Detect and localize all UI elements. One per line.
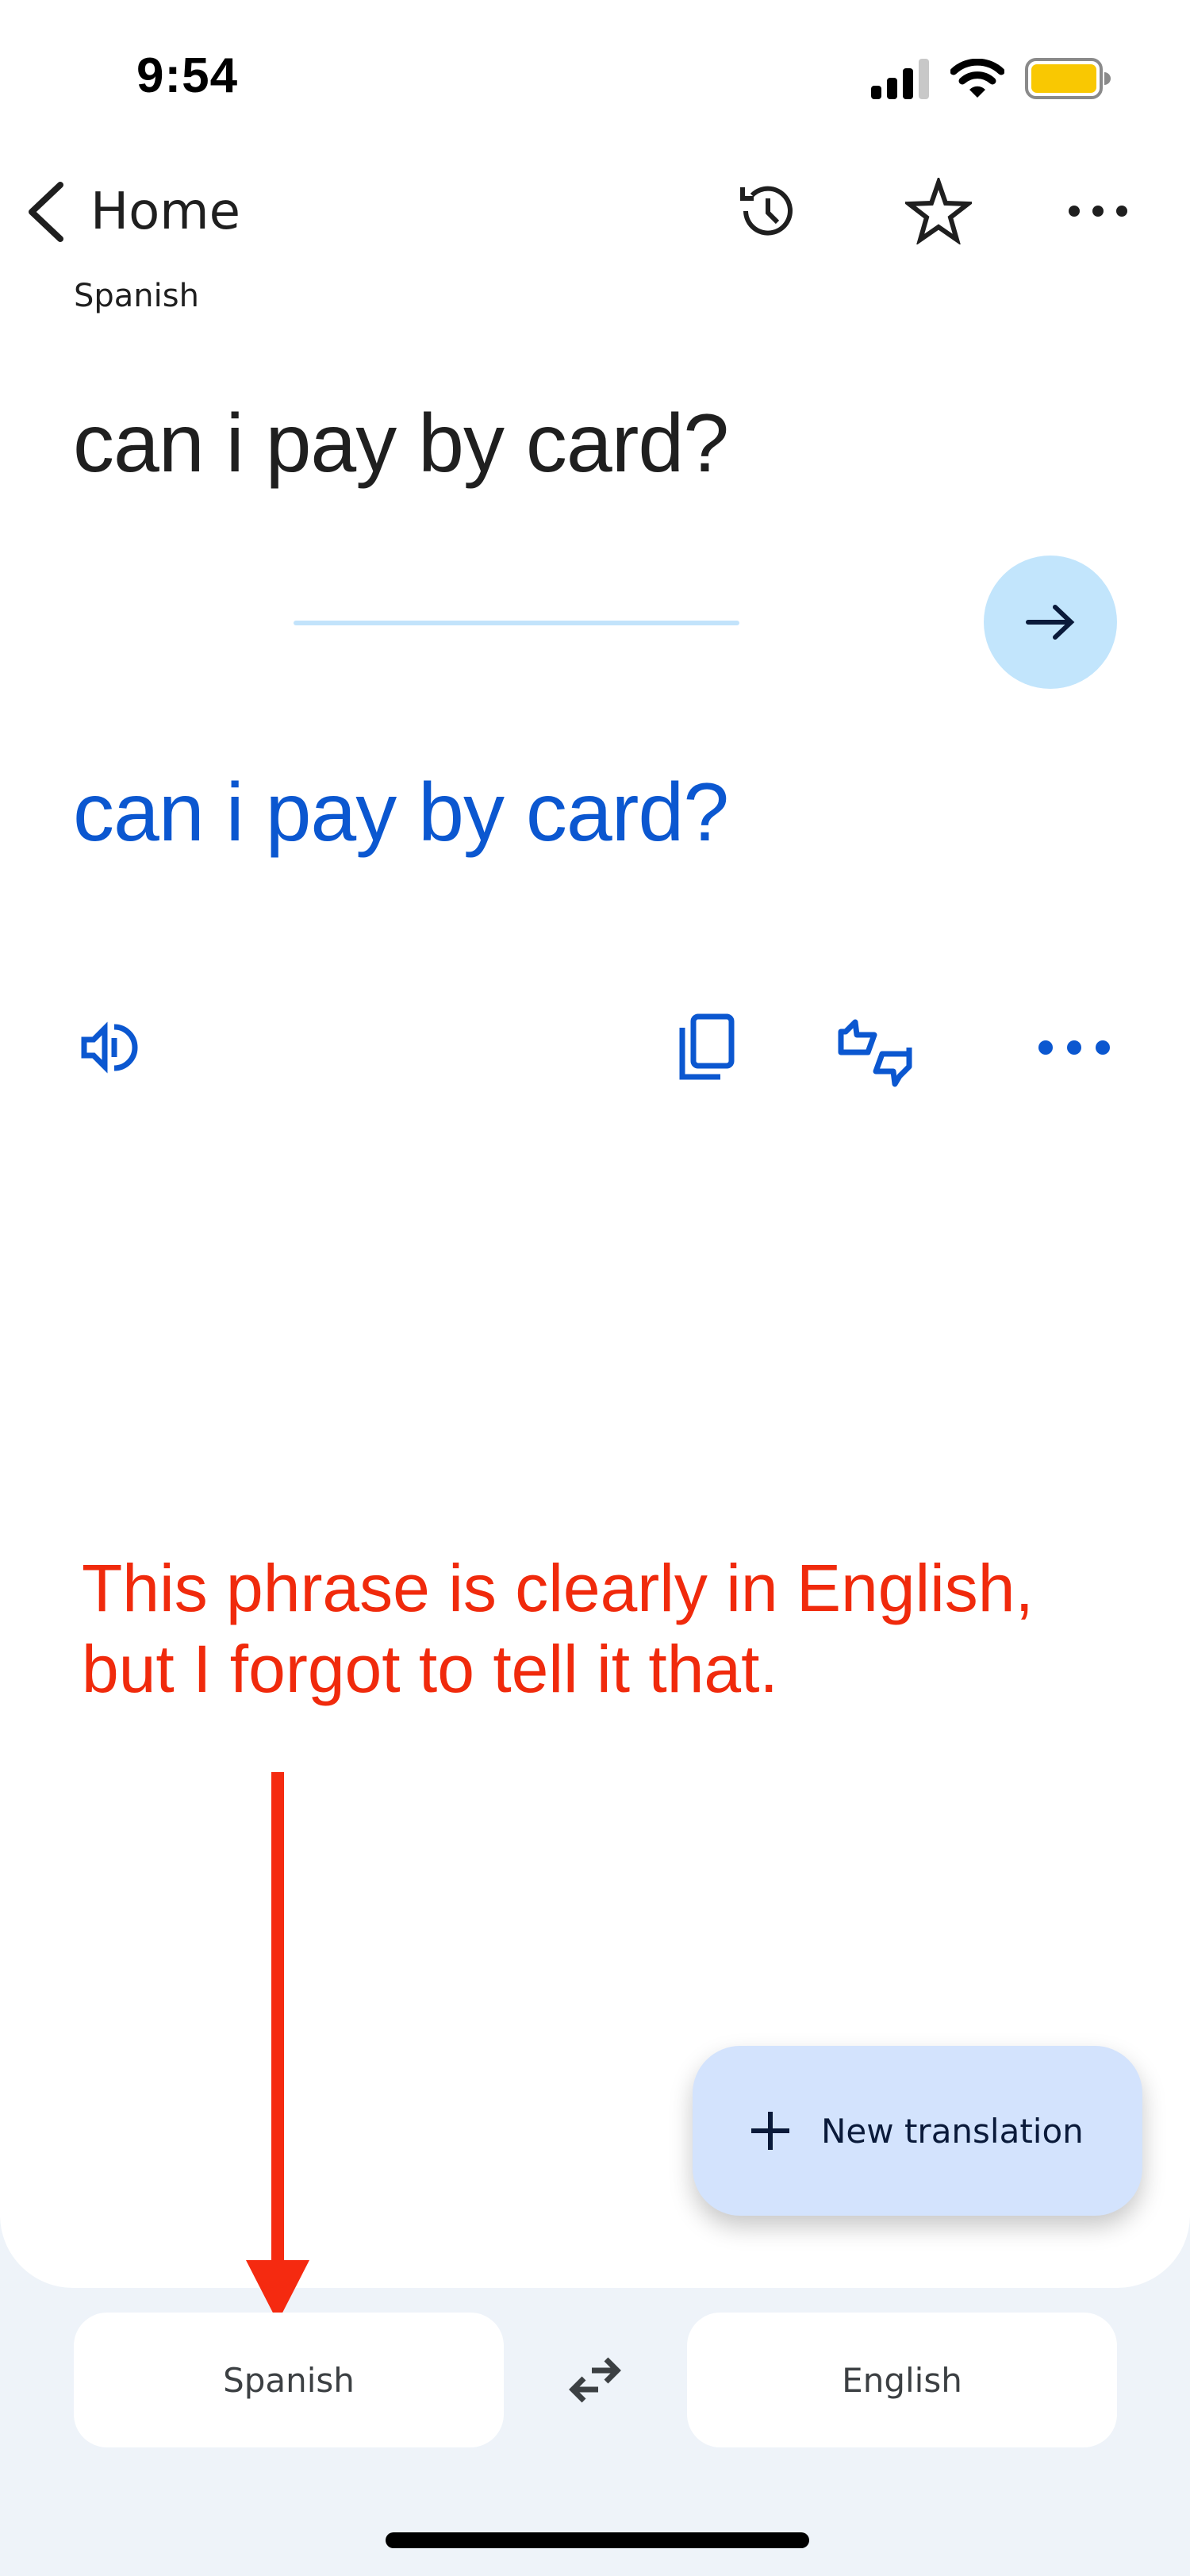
- plus-icon: [751, 2112, 789, 2150]
- annotation-arrow-icon: [246, 1772, 309, 2322]
- history-button[interactable]: [733, 176, 803, 246]
- source-language-label: Spanish: [74, 278, 199, 314]
- source-text-input[interactable]: can i pay by card?: [73, 397, 729, 491]
- signal-icon: [871, 59, 929, 99]
- history-icon: [740, 186, 793, 236]
- status-time: 9:54: [136, 48, 239, 103]
- copy-button[interactable]: [666, 1008, 746, 1087]
- arrow-right-icon: [1026, 605, 1075, 640]
- main-card: [0, 0, 1190, 2288]
- wifi-icon: [950, 59, 1004, 98]
- back-label: Home: [90, 183, 240, 241]
- translation-more-button[interactable]: [1035, 1008, 1114, 1087]
- back-button[interactable]: Home: [22, 176, 240, 248]
- annotation-line-1: This phrase is clearly in English,: [82, 1551, 1034, 1625]
- source-language-button[interactable]: Spanish: [74, 2313, 504, 2447]
- more-icon: [1038, 1040, 1110, 1055]
- swap-icon: [569, 2357, 621, 2403]
- speaker-icon: [81, 1021, 138, 1074]
- translate-button[interactable]: [984, 556, 1117, 689]
- target-language-button[interactable]: English: [687, 2313, 1117, 2447]
- favorite-button[interactable]: [904, 176, 973, 246]
- chevron-left-icon: [29, 182, 63, 242]
- more-icon: [1069, 206, 1127, 217]
- copy-icon: [679, 1013, 735, 1080]
- star-icon: [905, 178, 972, 244]
- translated-text: can i pay by card?: [73, 767, 729, 859]
- listen-button[interactable]: [70, 1008, 149, 1087]
- swap-languages-button[interactable]: [555, 2341, 635, 2420]
- home-indicator[interactable]: [386, 2532, 809, 2548]
- input-divider: [294, 621, 739, 625]
- new-translation-button[interactable]: New translation: [693, 2046, 1142, 2216]
- feedback-button[interactable]: [835, 1008, 914, 1087]
- battery-icon: [1025, 58, 1111, 99]
- new-translation-label: New translation: [821, 2111, 1084, 2151]
- annotation-text: This phrase is clearly in English, but I…: [82, 1548, 1034, 1709]
- annotation-line-2: but I forgot to tell it that.: [82, 1632, 778, 1706]
- feedback-icon: [838, 1019, 912, 1087]
- more-options-button[interactable]: [1063, 176, 1133, 246]
